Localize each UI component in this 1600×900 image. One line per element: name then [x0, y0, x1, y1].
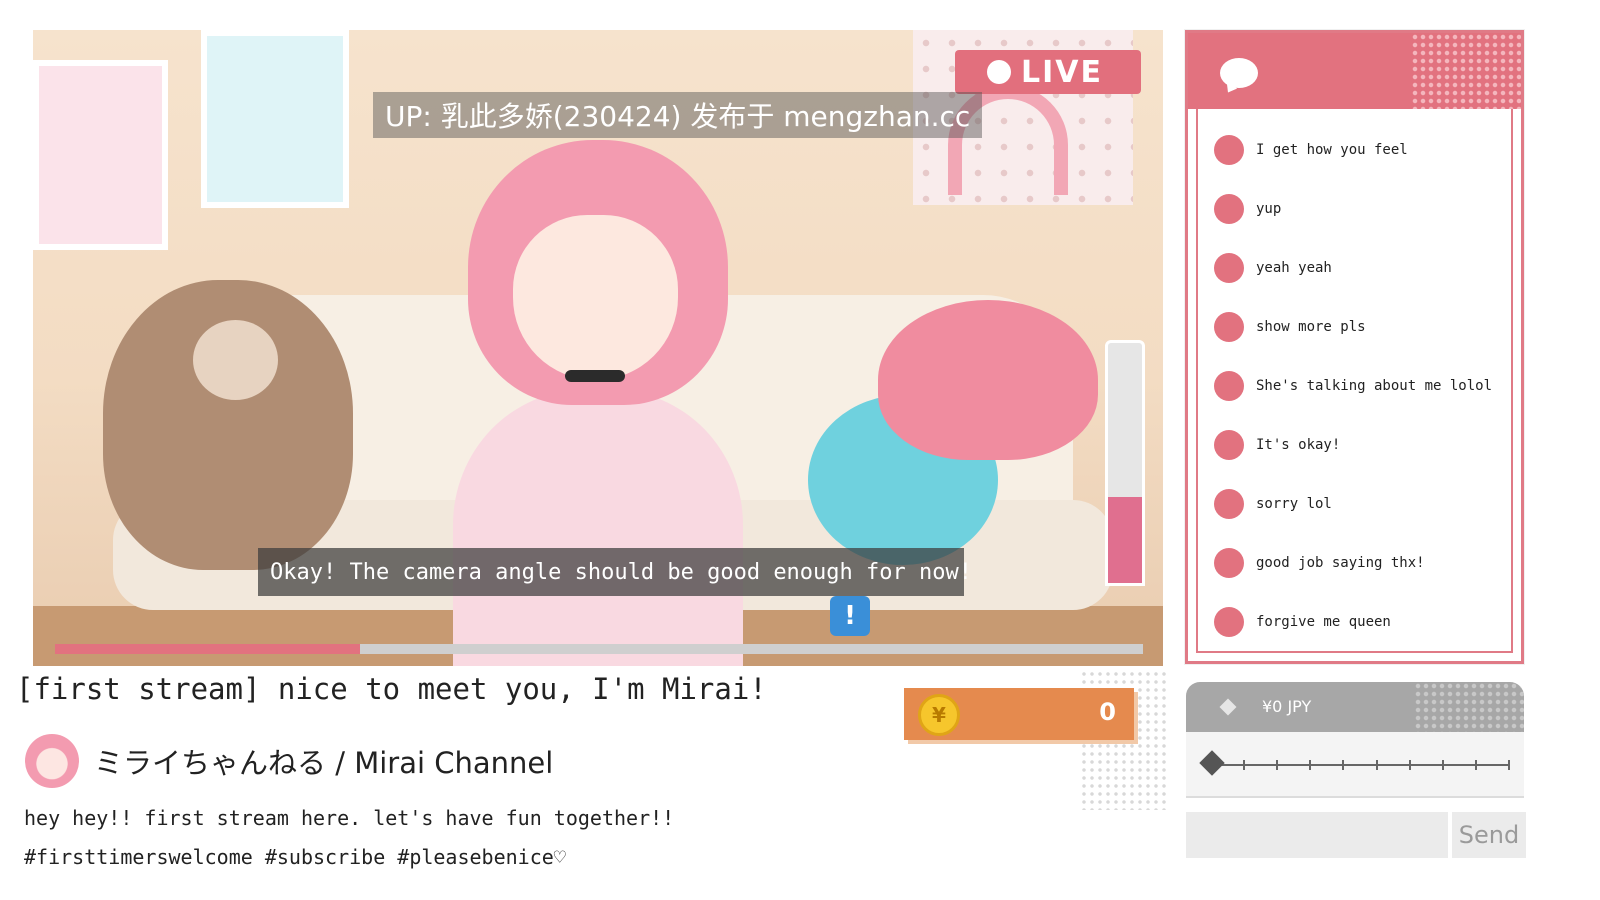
chat-message-text: sorry lol — [1256, 496, 1332, 512]
wall-poster-center — [201, 30, 349, 208]
chat-message: It's okay! — [1214, 428, 1340, 462]
diamond-icon — [1219, 698, 1237, 716]
slider-tick — [1243, 760, 1246, 770]
streamer-face — [513, 215, 678, 380]
chat-message: forgive me queen — [1214, 605, 1391, 639]
slider-tick — [1408, 760, 1411, 770]
tip-amount: ¥0 JPY — [1262, 697, 1312, 716]
stream-title: [first stream] nice to meet you, I'm Mir… — [16, 672, 767, 706]
chat-message: yeah yeah — [1214, 251, 1332, 285]
chat-message-text: yeah yeah — [1256, 260, 1332, 276]
coin-counter: ¥ 0 — [904, 688, 1134, 740]
tip-slider-track[interactable] — [1210, 760, 1510, 770]
yen-coin-icon: ¥ — [918, 694, 960, 736]
live-label: LIVE — [1021, 54, 1103, 90]
slider-tick — [1375, 760, 1378, 770]
watermark: UP: 乳此多娇(230424) 发布于 mengzhan.cc — [373, 92, 983, 138]
chat-input[interactable] — [1186, 812, 1448, 858]
tip-header: ¥0 JPY — [1186, 682, 1524, 732]
live-dot-icon — [987, 60, 1011, 84]
slider-tick — [1342, 760, 1345, 770]
octopus-plush — [878, 300, 1098, 460]
chat-message: I get how you feel — [1214, 133, 1408, 167]
user-avatar-icon — [1214, 135, 1244, 165]
streamer-choker — [565, 370, 625, 382]
slider-tick — [1276, 760, 1279, 770]
user-avatar-icon — [1214, 371, 1244, 401]
user-avatar-icon — [1214, 607, 1244, 637]
slider-tick — [1309, 760, 1312, 770]
excitement-meter — [1105, 340, 1145, 586]
channel-avatar[interactable] — [25, 734, 79, 788]
slider-tick — [1474, 760, 1477, 770]
tip-slider-handle[interactable] — [1199, 750, 1225, 776]
description-line: hey hey!! first stream here. let's have … — [24, 806, 675, 830]
chat-message-text: forgive me queen — [1256, 614, 1391, 630]
slider-tick — [1508, 760, 1510, 770]
user-avatar-icon — [1214, 548, 1244, 578]
channel-name[interactable]: ミライちゃんねる / Mirai Channel — [94, 740, 553, 782]
chat-message-text: good job saying thx! — [1256, 555, 1425, 571]
chat-message: yup — [1214, 192, 1281, 226]
streamer-body — [453, 390, 743, 666]
teddy-bear-face — [193, 320, 278, 400]
coin-count: 0 — [1099, 698, 1116, 726]
tip-header-pattern — [1414, 682, 1524, 732]
exclamation-alert-icon[interactable]: ! — [830, 596, 870, 636]
chat-message: show more pls — [1214, 310, 1366, 344]
chat-message: sorry lol — [1214, 487, 1332, 521]
chat-message-text: show more pls — [1256, 319, 1366, 335]
stream-progress-fill — [55, 644, 360, 654]
chat-panel: I get how you feel yup yeah yeah show more … — [1185, 30, 1524, 664]
user-avatar-icon — [1214, 253, 1244, 283]
chat-header-pattern — [1411, 33, 1521, 109]
user-avatar-icon — [1214, 489, 1244, 519]
live-badge: LIVE — [955, 50, 1141, 94]
subtitle-box[interactable]: Okay! The camera angle should be good en… — [258, 548, 972, 596]
chat-header — [1188, 33, 1521, 109]
slider-tick — [1441, 760, 1444, 770]
user-avatar-icon — [1214, 194, 1244, 224]
chat-message-text: It's okay! — [1256, 437, 1341, 453]
chat-bubble-icon — [1220, 58, 1258, 88]
chat-message-text: I get how you feel — [1256, 142, 1408, 158]
send-button[interactable]: Send — [1452, 812, 1526, 858]
tip-panel: ¥0 JPY — [1186, 682, 1524, 796]
chat-message-area[interactable]: I get how you feel yup yeah yeah show more … — [1196, 109, 1513, 653]
chat-message: good job saying thx! — [1214, 546, 1425, 580]
chat-message-text: She's talking about me lolol — [1256, 378, 1493, 394]
chat-message-text: yup — [1256, 201, 1282, 217]
stream-progress-bar[interactable] — [55, 644, 1143, 654]
excitement-meter-fill — [1108, 496, 1142, 583]
user-avatar-icon — [1214, 312, 1244, 342]
stream-viewport[interactable]: LIVE UP: 乳此多娇(230424) 发布于 mengzhan.cc Ok… — [33, 30, 1163, 666]
user-avatar-icon — [1214, 430, 1244, 460]
description-hashtags: #firsttimerswelcome #subscribe #pleasebe… — [24, 845, 566, 869]
wall-poster-left — [33, 60, 168, 250]
chat-message: She's talking about me lolol — [1214, 369, 1492, 403]
